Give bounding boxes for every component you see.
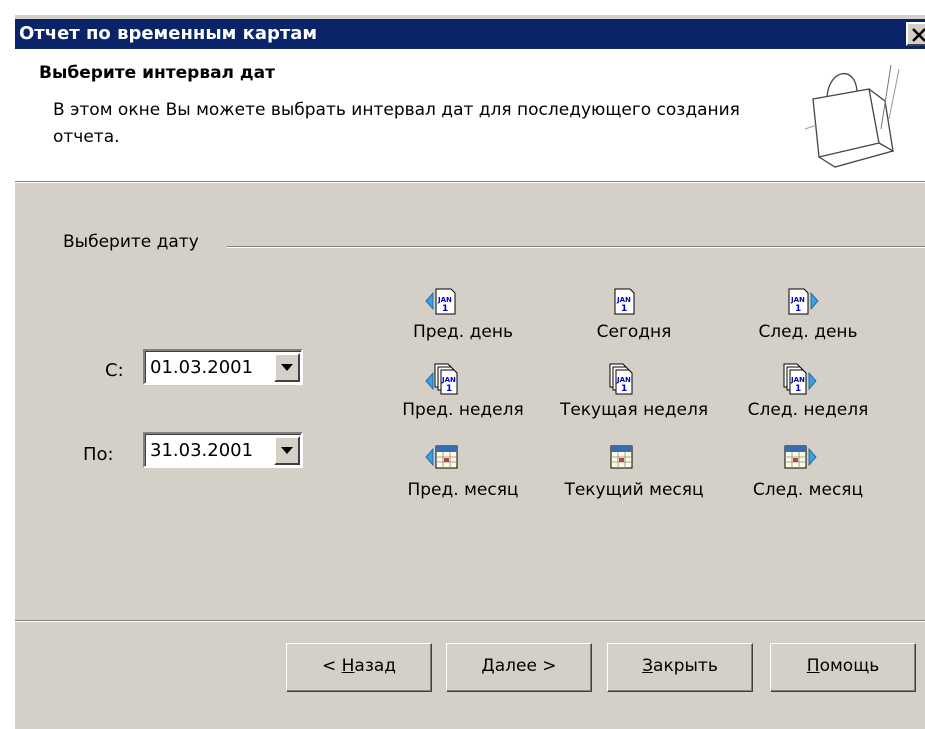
date-from-value: 01.03.2001 — [150, 357, 254, 378]
date-from-combo-frame: 01.03.2001 — [145, 351, 301, 383]
svg-text:1: 1 — [442, 304, 448, 314]
svg-text:JAN: JAN — [790, 376, 805, 384]
svg-text:1: 1 — [621, 384, 627, 394]
today-button[interactable]: JAN 1 Сегодня — [549, 285, 719, 349]
svg-text:1: 1 — [795, 384, 801, 394]
back-button-label: азад — [354, 656, 397, 676]
chevron-down-icon — [281, 447, 293, 454]
svg-text:1: 1 — [795, 304, 801, 314]
prev-day-button[interactable]: JAN 1 Пред. день — [378, 285, 548, 349]
svg-text:JAN: JAN — [790, 296, 805, 304]
date-from-combo[interactable]: 01.03.2001 — [143, 349, 303, 385]
today-label: Сегодня — [596, 322, 672, 342]
wizard-header: Выберите интервал дат В этом окне Вы мож… — [15, 49, 925, 181]
help-button[interactable]: Помощь — [770, 643, 916, 692]
prev-day-label: Пред. день — [413, 322, 513, 342]
current-month-label: Текущий месяц — [564, 480, 704, 500]
window-title: Отчет по временным картам — [19, 23, 318, 44]
current-month-icon — [610, 445, 633, 469]
next-button-label: алее > — [494, 656, 557, 676]
prev-month-icon — [425, 445, 458, 469]
close-button[interactable]: Закрыть — [607, 643, 753, 692]
next-day-button[interactable]: JAN 1 След. день — [723, 285, 893, 349]
date-to-combo-frame: 31.03.2001 — [145, 434, 301, 466]
title-bar[interactable]: Отчет по временным картам — [15, 19, 925, 49]
help-button-label: омощь — [819, 656, 880, 676]
close-button-label: акрыть — [653, 656, 718, 676]
group-line-highlight — [227, 247, 925, 248]
footer-divider-highlight — [15, 621, 925, 622]
next-button-accel: Д — [481, 656, 495, 676]
current-week-button[interactable]: JAN 1 Текущая неделя — [549, 363, 719, 427]
today-icon: JAN 1 — [614, 288, 635, 315]
date-to-dropdown-button[interactable] — [274, 436, 300, 465]
help-button-accel: П — [806, 656, 820, 676]
next-month-button[interactable]: След. месяц — [723, 443, 893, 507]
prev-day-icon: JAN 1 — [425, 288, 456, 315]
prev-month-button[interactable]: Пред. месяц — [378, 443, 548, 507]
next-day-label: След. день — [758, 322, 858, 342]
current-month-button[interactable]: Текущий месяц — [549, 443, 719, 507]
wizard-bag-icon — [804, 64, 900, 168]
next-month-icon — [784, 445, 817, 469]
date-to-value: 31.03.2001 — [150, 440, 254, 461]
next-button[interactable]: Далее > — [446, 643, 592, 692]
back-button[interactable]: < Назад — [286, 643, 432, 692]
report-wizard-dialog: Отчет по временным картам Выберите интер… — [14, 14, 925, 729]
date-from-dropdown-button[interactable] — [274, 353, 300, 382]
header-divider-highlight — [15, 182, 925, 183]
next-week-label: След. неделя — [747, 400, 869, 420]
page-title: Выберите интервал дат — [39, 63, 275, 83]
chevron-down-icon — [281, 364, 293, 371]
prev-week-label: Пред. неделя — [402, 400, 524, 420]
close-button-accel: З — [642, 656, 654, 676]
current-week-label: Текущая неделя — [559, 400, 709, 420]
prev-week-button[interactable]: JAN 1 Пред. неделя — [378, 363, 548, 427]
date-from-label: С: — [105, 360, 124, 381]
svg-text:1: 1 — [621, 304, 627, 314]
svg-text:JAN: JAN — [616, 376, 631, 384]
current-week-icon: JAN 1 — [609, 363, 633, 395]
prev-month-label: Пред. месяц — [407, 480, 519, 500]
svg-text:1: 1 — [446, 384, 452, 394]
svg-text:JAN: JAN — [437, 296, 452, 304]
close-icon — [912, 28, 925, 42]
svg-text:JAN: JAN — [441, 376, 456, 384]
next-day-icon: JAN 1 — [788, 288, 819, 315]
next-week-button[interactable]: JAN 1 След. неделя — [723, 363, 893, 427]
date-to-label: По: — [83, 444, 114, 465]
date-group-label: Выберите дату — [63, 232, 201, 252]
prev-week-icon: JAN 1 — [425, 363, 458, 395]
next-week-icon: JAN 1 — [783, 363, 817, 395]
back-button-accel: Н — [341, 656, 355, 676]
back-button-prefix: < — [321, 656, 342, 676]
page-description: В этом окне Вы можете выбрать интервал д… — [53, 100, 740, 147]
close-window-button[interactable] — [906, 22, 925, 46]
date-to-combo[interactable]: 31.03.2001 — [143, 432, 303, 468]
svg-text:JAN: JAN — [616, 296, 631, 304]
next-month-label: След. месяц — [752, 480, 864, 500]
